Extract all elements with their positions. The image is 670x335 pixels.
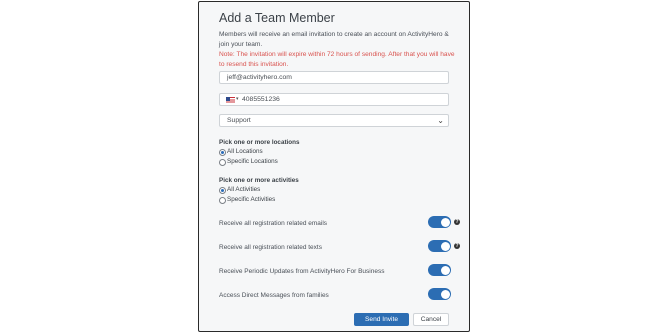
us-flag-icon[interactable] (226, 97, 235, 103)
locations-heading: Pick one or more locations (219, 139, 300, 146)
email-field[interactable]: jeff@activityhero.com (219, 71, 449, 84)
toggle-label-periodic-updates: Receive Periodic Updates from ActivityHe… (219, 268, 385, 275)
email-value: jeff@activityhero.com (227, 74, 292, 81)
expiry-note: Note: The invitation will expire within … (219, 51, 455, 68)
radio-button[interactable] (219, 187, 226, 194)
toggle-label-registration-emails: Receive all registration related emails (219, 220, 328, 227)
help-icon[interactable]: ? (454, 243, 460, 249)
toggle-registration-emails[interactable] (428, 216, 451, 228)
toggle-direct-messages[interactable] (428, 288, 451, 300)
radio-button[interactable] (219, 159, 226, 166)
toggle-periodic-updates[interactable] (428, 264, 451, 276)
help-icon[interactable]: ? (454, 219, 460, 225)
caret-down-icon[interactable]: ▾ (236, 94, 239, 105)
role-select[interactable]: Support ⌄ (219, 114, 449, 127)
dialog-title: Add a Team Member (219, 11, 335, 25)
radio-button[interactable] (219, 149, 226, 156)
toggle-registration-texts[interactable] (428, 240, 451, 252)
role-selected: Support (227, 117, 251, 124)
dialog-description: Members will receive an email invitation… (219, 31, 449, 48)
radio-button[interactable] (219, 197, 226, 204)
add-team-member-dialog: Add a Team Member Members will receive a… (198, 1, 470, 332)
radio-label: All Activities (227, 186, 261, 193)
cancel-button[interactable]: Cancel (413, 313, 449, 326)
activities-heading: Pick one or more activities (219, 177, 299, 184)
phone-field[interactable]: ▾ 4085551236 (219, 93, 449, 106)
radio-label: Specific Activities (227, 196, 276, 203)
toggle-label-direct-messages: Access Direct Messages from families (219, 292, 329, 299)
radio-label: Specific Locations (227, 158, 278, 165)
phone-value: 4085551236 (242, 96, 280, 103)
chevron-down-icon: ⌄ (437, 116, 444, 125)
radio-label: All Locations (227, 148, 263, 155)
send-invite-button[interactable]: Send Invite (354, 313, 409, 326)
toggle-label-registration-texts: Receive all registration related texts (219, 244, 322, 251)
